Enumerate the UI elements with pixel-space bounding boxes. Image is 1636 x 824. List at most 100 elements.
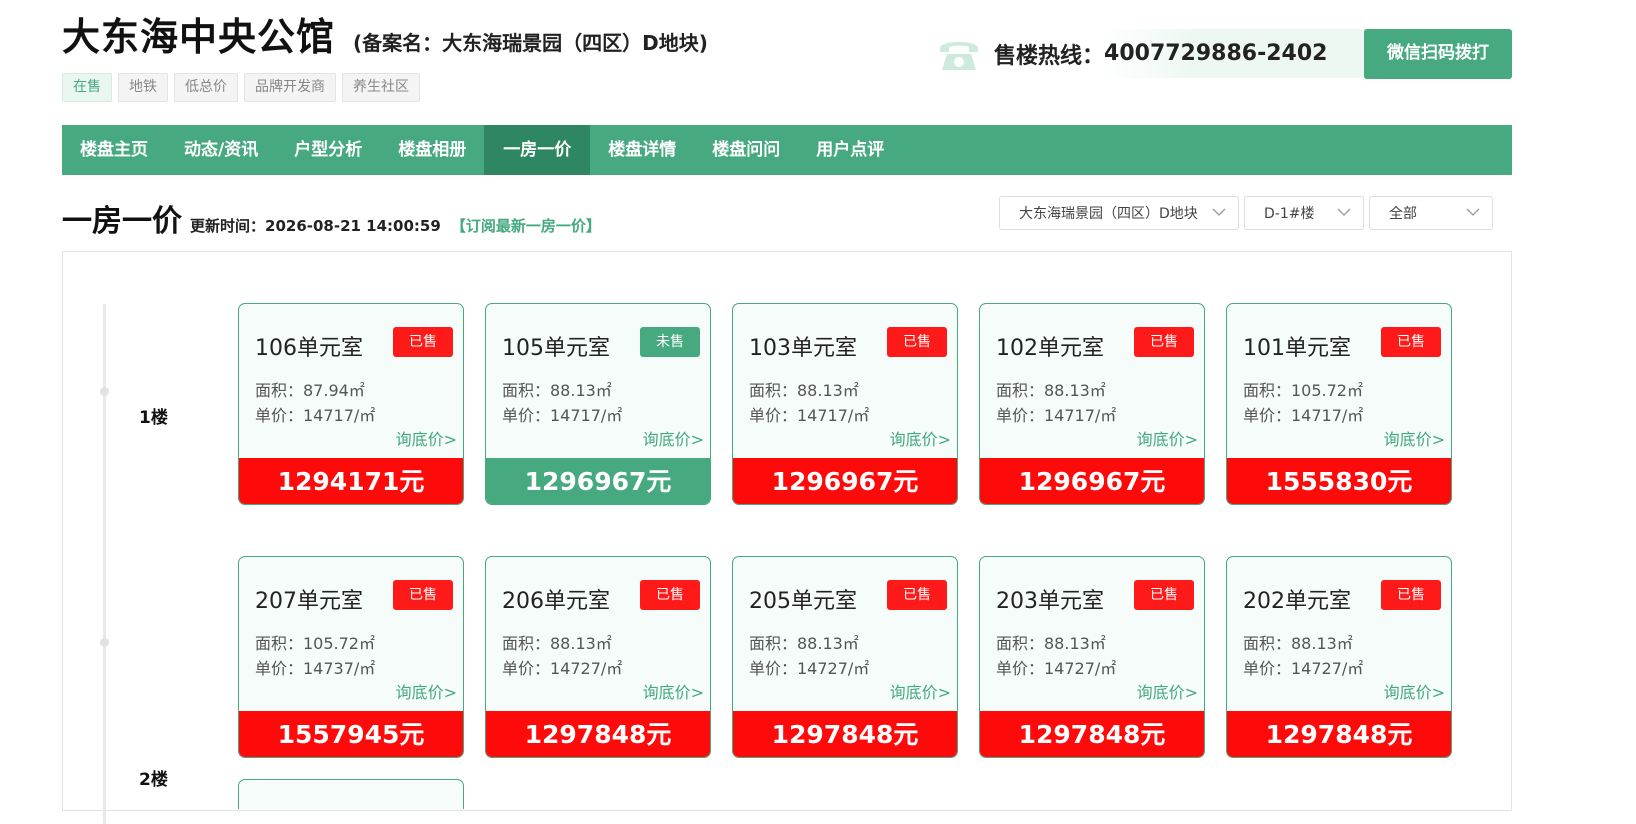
unit-price: 单价：14727/㎡ <box>996 659 1117 678</box>
unit-area: 面积：88.13㎡ <box>996 381 1106 400</box>
project-select[interactable]: 大东海瑞景园（四区）D地块 <box>999 196 1239 230</box>
status-badge: 已售 <box>887 580 947 610</box>
unit-area: 面积：105.72㎡ <box>1243 381 1363 400</box>
building-select[interactable]: D-1#楼 <box>1244 196 1364 230</box>
ask-price-link[interactable]: 询底价> <box>643 679 704 703</box>
unit-area: 面积：87.94㎡ <box>255 381 365 400</box>
status-badge: 已售 <box>1134 580 1194 610</box>
status-select-value: 全部 <box>1389 206 1417 222</box>
unit-total: 1297848元 <box>1227 711 1451 757</box>
unit-total: 1297848元 <box>980 711 1204 757</box>
unit-card[interactable]: 103单元室 已售 面积：88.13㎡ 单价：14717/㎡ 询底价> 1296… <box>732 303 958 505</box>
hotline-label: 售楼热线： <box>994 43 1105 69</box>
filters: 大东海瑞景园（四区）D地块 D-1#楼 全部 <box>999 196 1493 230</box>
unit-area: 面积：88.13㎡ <box>749 381 859 400</box>
status-badge: 未售 <box>640 327 700 357</box>
unit-price: 单价：14727/㎡ <box>1243 659 1364 678</box>
nav-home[interactable]: 楼盘主页 <box>62 125 166 175</box>
unit-card[interactable]: 203单元室 已售 面积：88.13㎡ 单价：14727/㎡ 询底价> 1297… <box>979 556 1205 758</box>
unit-area: 面积：88.13㎡ <box>502 381 612 400</box>
nav-album[interactable]: 楼盘相册 <box>380 125 484 175</box>
update-label: 更新时间： <box>190 217 266 235</box>
unit-room: 103单元室 <box>749 336 857 361</box>
tag-brand-developer: 品牌开发商 <box>244 73 336 102</box>
unit-area: 面积：105.72㎡ <box>255 634 375 653</box>
unit-card-partial[interactable] <box>238 779 464 809</box>
timeline-dot <box>100 638 109 647</box>
unit-card[interactable]: 202单元室 已售 面积：88.13㎡ 单价：14727/㎡ 询底价> 1297… <box>1226 556 1452 758</box>
ask-price-link[interactable]: 询底价> <box>396 679 457 703</box>
floor-row-2: 207单元室 已售 面积：105.72㎡ 单价：14737/㎡ 询底价> 155… <box>238 556 1452 758</box>
ask-price-link[interactable]: 询底价> <box>890 426 951 450</box>
nav-news[interactable]: 动态/资讯 <box>166 125 276 175</box>
status-badge: 已售 <box>393 327 453 357</box>
unit-area: 面积：88.13㎡ <box>502 634 612 653</box>
status-badge: 已售 <box>640 580 700 610</box>
title-row: 大东海中央公馆 (备案名：大东海瑞景园（四区）D地块) <box>62 6 708 61</box>
unit-total: 1557945元 <box>239 711 463 757</box>
ask-price-link[interactable]: 询底价> <box>1137 426 1198 450</box>
unit-price: 单价：14717/㎡ <box>996 406 1117 425</box>
subscribe-link[interactable]: 【订阅最新一房一价】 <box>451 215 601 236</box>
unit-total: 1297848元 <box>733 711 957 757</box>
phone-icon <box>940 41 978 70</box>
unit-room: 106单元室 <box>255 336 363 361</box>
unit-card[interactable]: 102单元室 已售 面积：88.13㎡ 单价：14717/㎡ 询底价> 1296… <box>979 303 1205 505</box>
ask-price-link[interactable]: 询底价> <box>396 426 457 450</box>
page: 大东海中央公馆 (备案名：大东海瑞景园（四区）D地块) 在售 地铁 低总价 品牌… <box>62 0 1512 824</box>
unit-price: 单价：14727/㎡ <box>749 659 870 678</box>
status-badge: 已售 <box>1381 580 1441 610</box>
unit-room: 105单元室 <box>502 336 610 361</box>
floor-label-1: 1楼 <box>139 408 168 428</box>
unit-total: 1296967元 <box>486 458 710 504</box>
unit-room: 206单元室 <box>502 589 610 614</box>
timeline-dot <box>100 387 109 396</box>
nav-unit-prices[interactable]: 一房一价 <box>484 125 591 175</box>
nav-details[interactable]: 楼盘详情 <box>590 125 694 175</box>
floor-timeline <box>103 304 106 824</box>
nav-questions[interactable]: 楼盘问问 <box>694 125 798 175</box>
unit-total: 1294171元 <box>239 458 463 504</box>
unit-price: 单价：14717/㎡ <box>502 406 623 425</box>
section-title: 一房一价 <box>62 204 182 239</box>
update-time: 2026-08-21 14:00:59 <box>265 217 441 235</box>
unit-card[interactable]: 106单元室 已售 面积：87.94㎡ 单价：14717/㎡ 询底价> 1294… <box>238 303 464 505</box>
nav-reviews[interactable]: 用户点评 <box>798 125 902 175</box>
building-select-value: D-1#楼 <box>1264 206 1315 222</box>
wechat-scan-call-button[interactable]: 微信扫码拨打 <box>1364 29 1512 79</box>
unit-price: 单价：14717/㎡ <box>255 406 376 425</box>
chevron-down-icon <box>1212 208 1226 216</box>
unit-price: 单价：14727/㎡ <box>502 659 623 678</box>
page-title: 大东海中央公馆 <box>62 15 336 59</box>
hotline: 售楼热线： 4007729886-2402 <box>930 29 1432 78</box>
unit-card[interactable]: 105单元室 未售 面积：88.13㎡ 单价：14717/㎡ 询底价> 1296… <box>485 303 711 505</box>
ask-price-link[interactable]: 询底价> <box>1137 679 1198 703</box>
unit-total: 1296967元 <box>980 458 1204 504</box>
status-badge: 已售 <box>887 327 947 357</box>
floor-label-2: 2楼 <box>139 770 168 790</box>
ask-price-link[interactable]: 询底价> <box>890 679 951 703</box>
status-badge: 已售 <box>1381 327 1441 357</box>
section-header: 一房一价 更新时间： 2026-08-21 14:00:59 【订阅最新一房一价… <box>62 196 601 240</box>
tag-subway: 地铁 <box>118 73 168 102</box>
record-name: (备案名：大东海瑞景园（四区）D地块) <box>353 31 708 55</box>
floor-row-1: 106单元室 已售 面积：87.94㎡ 单价：14717/㎡ 询底价> 1294… <box>238 303 1452 505</box>
unit-room: 207单元室 <box>255 589 363 614</box>
chevron-down-icon <box>1466 208 1480 216</box>
tag-list: 在售 地铁 低总价 品牌开发商 养生社区 <box>62 73 420 102</box>
unit-total: 1555830元 <box>1227 458 1451 504</box>
chevron-down-icon <box>1337 208 1351 216</box>
main-nav: 楼盘主页 动态/资讯 户型分析 楼盘相册 一房一价 楼盘详情 楼盘问问 用户点评 <box>62 125 1512 175</box>
unit-card[interactable]: 205单元室 已售 面积：88.13㎡ 单价：14727/㎡ 询底价> 1297… <box>732 556 958 758</box>
ask-price-link[interactable]: 询底价> <box>1384 679 1445 703</box>
unit-price: 单价：14717/㎡ <box>749 406 870 425</box>
nav-floor-plans[interactable]: 户型分析 <box>276 125 380 175</box>
unit-card[interactable]: 101单元室 已售 面积：105.72㎡ 单价：14717/㎡ 询底价> 155… <box>1226 303 1452 505</box>
ask-price-link[interactable]: 询底价> <box>1384 426 1445 450</box>
unit-total: 1296967元 <box>733 458 957 504</box>
unit-card[interactable]: 206单元室 已售 面积：88.13㎡ 单价：14727/㎡ 询底价> 1297… <box>485 556 711 758</box>
status-select[interactable]: 全部 <box>1369 196 1493 230</box>
unit-area: 面积：88.13㎡ <box>996 634 1106 653</box>
ask-price-link[interactable]: 询底价> <box>643 426 704 450</box>
unit-card[interactable]: 207单元室 已售 面积：105.72㎡ 单价：14737/㎡ 询底价> 155… <box>238 556 464 758</box>
